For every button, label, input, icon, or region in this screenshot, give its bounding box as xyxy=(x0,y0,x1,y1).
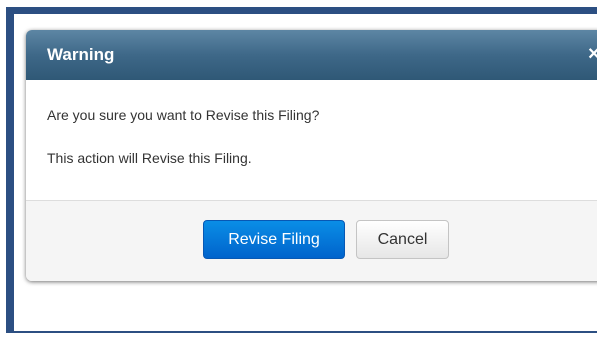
cancel-button[interactable]: Cancel xyxy=(356,220,449,259)
dialog-header: Warning × xyxy=(26,30,597,80)
dialog-message: Are you sure you want to Revise this Fil… xyxy=(47,107,320,123)
warning-dialog: Warning × Are you sure you want to Revis… xyxy=(26,30,597,281)
dialog-body: Are you sure you want to Revise this Fil… xyxy=(26,80,597,201)
dialog-detail: This action will Revise this Filing. xyxy=(47,150,252,166)
revise-filing-button[interactable]: Revise Filing xyxy=(203,220,345,259)
close-icon[interactable]: × xyxy=(588,42,597,66)
dialog-title: Warning xyxy=(47,45,115,64)
dialog-footer: Revise Filing Cancel xyxy=(26,201,597,281)
